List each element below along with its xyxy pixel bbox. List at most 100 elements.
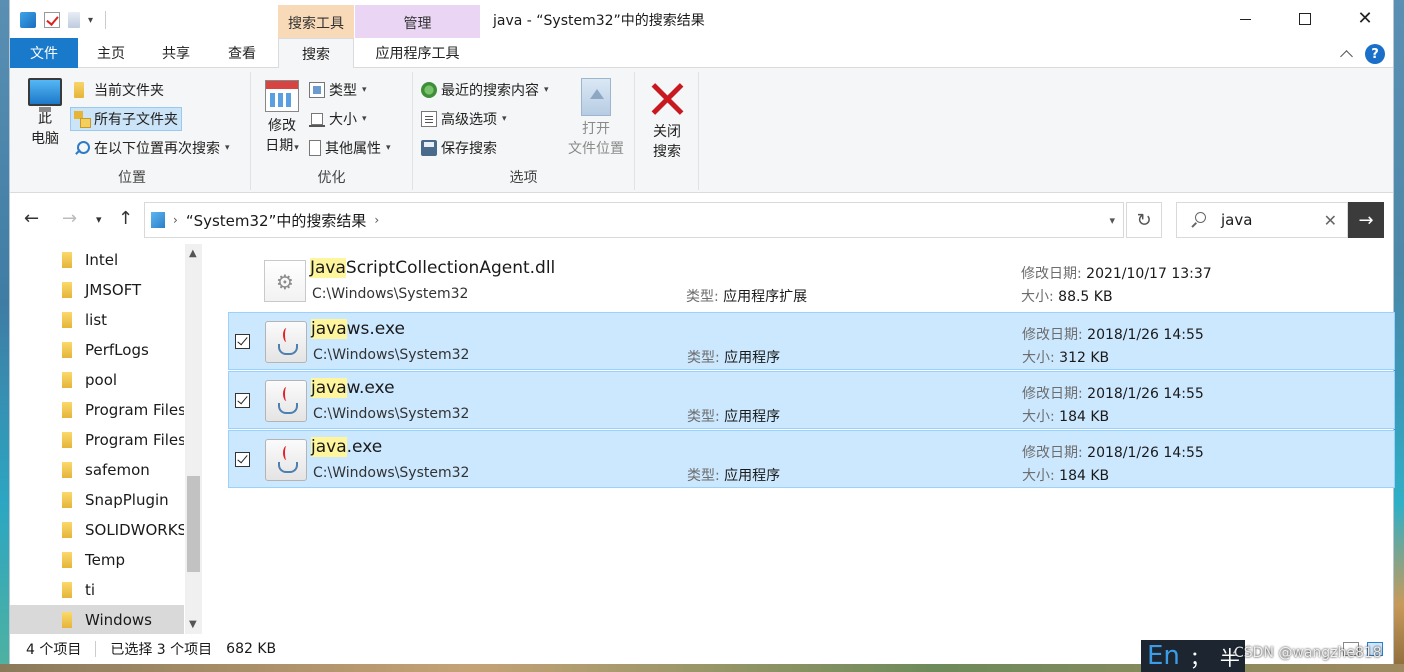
tab-view[interactable]: 查看 bbox=[210, 38, 274, 68]
match-highlight: java bbox=[311, 319, 347, 339]
help-icon[interactable]: ? bbox=[1365, 44, 1385, 64]
arrow-right-icon: → bbox=[1358, 209, 1374, 231]
tree-item-snapplugin[interactable]: SnapPlugin bbox=[10, 485, 184, 515]
save-search-button[interactable]: 保存搜索 bbox=[421, 136, 497, 160]
size-label: 大小: bbox=[1022, 350, 1055, 366]
advanced-options-button[interactable]: 高级选项 ▾ bbox=[421, 107, 507, 131]
file-list: JavaScriptCollectionAgent.dll C:\Windows… bbox=[228, 252, 1395, 632]
tab-app-tools[interactable]: 应用程序工具 bbox=[355, 38, 480, 68]
status-divider bbox=[95, 641, 97, 657]
close-search-button[interactable]: 关闭 搜索 bbox=[641, 82, 693, 162]
tree-item-solidworks[interactable]: SOLIDWORKS bbox=[10, 515, 184, 545]
tree-item-label: list bbox=[85, 311, 108, 329]
tree-item-temp[interactable]: Temp bbox=[10, 545, 184, 575]
tree-item-label: ti bbox=[85, 581, 96, 599]
breadcrumb-chevron-icon[interactable]: › bbox=[374, 213, 379, 227]
scrollbar-thumb[interactable] bbox=[187, 476, 200, 572]
customize-toolbar-icon[interactable]: ▾ bbox=[88, 15, 93, 26]
type-button[interactable]: 类型 ▾ bbox=[309, 78, 367, 102]
type-value: 应用程序 bbox=[724, 350, 781, 366]
row-checkbox[interactable] bbox=[235, 334, 250, 349]
file-row[interactable]: javaw.exe C:\Windows\System32 类型: 应用程序 修… bbox=[228, 371, 1395, 429]
file-size: 大小: 184 KB bbox=[1022, 406, 1109, 426]
tree-item-pool[interactable]: pool bbox=[10, 365, 184, 395]
file-path: C:\Windows\System32 bbox=[313, 465, 470, 481]
tab-search[interactable]: 搜索 bbox=[278, 38, 354, 69]
row-checkbox[interactable] bbox=[235, 452, 250, 467]
tree-item-program-files[interactable]: Program Files bbox=[10, 395, 184, 425]
tab-share[interactable]: 共享 bbox=[144, 38, 208, 68]
recent-locations-icon[interactable]: ▾ bbox=[96, 213, 102, 226]
date-value: 2021/10/17 13:37 bbox=[1086, 266, 1212, 282]
current-folder-label: 当前文件夹 bbox=[94, 83, 164, 99]
ime-punctuation: ； bbox=[1189, 645, 1210, 670]
collapse-ribbon-icon[interactable] bbox=[1340, 50, 1353, 63]
file-row[interactable]: java.exe C:\Windows\System32 类型: 应用程序 修改… bbox=[228, 430, 1395, 488]
size-button[interactable]: 大小 ▾ bbox=[309, 107, 367, 131]
forward-arrow-icon[interactable]: → bbox=[62, 208, 77, 229]
current-folder-button[interactable]: 当前文件夹 bbox=[74, 78, 164, 102]
date-modified-button[interactable]: 修改 日期▾ bbox=[259, 80, 305, 158]
search-go-button[interactable]: → bbox=[1348, 202, 1384, 238]
folder-icon bbox=[62, 402, 72, 418]
breadcrumb-chevron-icon[interactable]: › bbox=[173, 213, 178, 227]
tab-home[interactable]: 主页 bbox=[80, 38, 142, 68]
explorer-app-icon[interactable] bbox=[20, 12, 36, 28]
file-name-rest: ws.exe bbox=[346, 319, 405, 339]
row-checkbox[interactable] bbox=[235, 393, 250, 408]
size-value: 312 KB bbox=[1059, 350, 1110, 366]
tree-item-safemon[interactable]: safemon bbox=[10, 455, 184, 485]
tree-item-ti[interactable]: ti bbox=[10, 575, 184, 605]
file-row[interactable]: JavaScriptCollectionAgent.dll C:\Windows… bbox=[228, 252, 1395, 310]
up-arrow-icon[interactable]: ↑ bbox=[118, 208, 133, 229]
other-properties-button[interactable]: 其他属性 ▾ bbox=[309, 136, 391, 160]
recent-searches-button[interactable]: 最近的搜索内容 ▾ bbox=[421, 78, 549, 102]
address-bar[interactable]: › “System32”中的搜索结果 › ▾ bbox=[144, 202, 1124, 238]
address-history-icon[interactable]: ▾ bbox=[1109, 214, 1115, 227]
group-label-refine: 优化 bbox=[317, 170, 346, 186]
tree-item-jmsoft[interactable]: JMSOFT bbox=[10, 275, 184, 305]
new-folder-icon[interactable] bbox=[68, 12, 80, 28]
close-icon: ✕ bbox=[1357, 8, 1373, 29]
file-row[interactable]: javaws.exe C:\Windows\System32 类型: 应用程序 … bbox=[228, 312, 1395, 370]
close-button[interactable]: ✕ bbox=[1335, 0, 1395, 38]
minimize-button[interactable] bbox=[1215, 0, 1275, 38]
ime-indicator[interactable]: En ； 半 bbox=[1141, 640, 1245, 672]
file-name-rest: ScriptCollectionAgent.dll bbox=[345, 258, 556, 278]
tree-item-list[interactable]: list bbox=[10, 305, 184, 335]
nav-scrollbar[interactable]: ▲ ▼ bbox=[185, 244, 202, 634]
ribbon-group-close: 关闭 搜索 bbox=[635, 72, 699, 190]
chevron-down-icon: ▾ bbox=[544, 85, 549, 95]
breadcrumb-path[interactable]: “System32”中的搜索结果 bbox=[186, 210, 367, 231]
advanced-options-label: 高级选项 bbox=[441, 112, 497, 128]
search-again-in-button[interactable]: 在以下位置再次搜索 ▾ bbox=[74, 136, 230, 160]
all-subfolders-button[interactable]: 所有子文件夹 bbox=[70, 107, 182, 131]
type-value: 应用程序 bbox=[724, 409, 781, 425]
search-box[interactable]: java ✕ bbox=[1176, 202, 1348, 238]
back-arrow-icon[interactable]: ← bbox=[24, 208, 39, 229]
match-highlight: java bbox=[311, 437, 347, 457]
ribbon-group-refine: 修改 日期▾ 类型 ▾ 大小 ▾ 其他属性 ▾ 优化 bbox=[251, 72, 413, 190]
scroll-down-icon[interactable]: ▼ bbox=[189, 619, 197, 630]
size-label: 大小 bbox=[329, 112, 357, 128]
file-type: 类型: 应用程序 bbox=[687, 406, 780, 426]
clear-search-icon[interactable]: ✕ bbox=[1324, 211, 1337, 230]
search-input[interactable]: java bbox=[1221, 211, 1324, 229]
tree-item-intel[interactable]: Intel bbox=[10, 245, 184, 275]
tree-item-perflogs[interactable]: PerfLogs bbox=[10, 335, 184, 365]
scroll-up-icon[interactable]: ▲ bbox=[189, 248, 197, 259]
open-file-location-button[interactable]: 打开 文件位置 bbox=[561, 78, 631, 159]
ribbon-group-location: 此 电脑 当前文件夹 所有子文件夹 在以下位置再次搜索 ▾ 位置 bbox=[14, 72, 251, 190]
address-row: ← → ▾ ↑ › “System32”中的搜索结果 › ▾ ↻ java ✕ … bbox=[10, 194, 1393, 244]
file-name: java.exe bbox=[311, 437, 382, 457]
folder-icon bbox=[62, 282, 72, 298]
maximize-button[interactable] bbox=[1275, 0, 1335, 38]
folder-icon bbox=[62, 552, 72, 568]
refresh-button[interactable]: ↻ bbox=[1126, 202, 1162, 238]
tree-item-windows[interactable]: Windows bbox=[10, 605, 184, 634]
tree-item-program-files-x86[interactable]: Program Files bbox=[10, 425, 184, 455]
this-pc-button[interactable]: 此 电脑 bbox=[22, 78, 68, 149]
properties-check-icon[interactable] bbox=[44, 12, 60, 28]
size-label: 大小: bbox=[1022, 409, 1055, 425]
tab-file[interactable]: 文件 bbox=[10, 38, 78, 68]
